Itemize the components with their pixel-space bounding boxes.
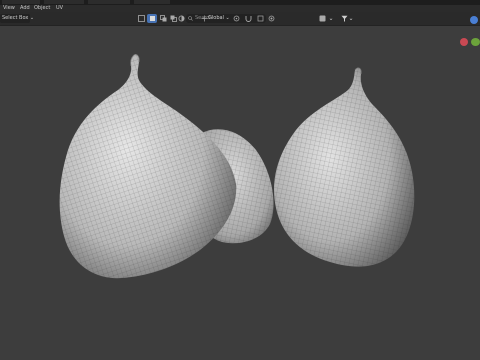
mode-icon[interactable] xyxy=(136,14,146,23)
transform-orientation-icon xyxy=(200,14,208,23)
chevron-down-icon: ⌄ xyxy=(225,15,230,21)
chevron-down-icon: ⌄ xyxy=(29,15,35,21)
gizmo-x-axis-icon[interactable] xyxy=(460,38,468,46)
menu-view[interactable]: View xyxy=(3,5,15,12)
transform-orientation-label: Global xyxy=(208,15,224,21)
menu-uv[interactable]: UV xyxy=(56,5,63,12)
workspace-tab[interactable] xyxy=(2,0,40,4)
visibility-icon[interactable] xyxy=(318,14,327,23)
chevron-down-icon[interactable]: ⌄ xyxy=(348,14,354,23)
workspace-tab[interactable] xyxy=(134,0,170,4)
proportional-editing-icon[interactable] xyxy=(267,14,276,23)
gizmo-y-axis-icon[interactable] xyxy=(471,38,480,46)
transform-orientation-dropdown[interactable]: Global ⌄ xyxy=(208,14,230,23)
pivot-point-icon[interactable] xyxy=(232,14,241,23)
workspace-tab[interactable] xyxy=(88,0,130,4)
select-mode-label: Select Box xyxy=(2,15,29,21)
viewport-header-menu: View Add Object UV xyxy=(0,5,480,12)
menu-object[interactable]: Object xyxy=(34,5,50,12)
tool-header: Select Box ⌄ Search Global ⌄ ⌄ ⌄ xyxy=(0,12,480,26)
3d-viewport[interactable] xyxy=(0,16,480,360)
mesh-object-left[interactable] xyxy=(59,54,237,279)
workspace-tab[interactable] xyxy=(44,0,84,4)
select-extend-icon[interactable] xyxy=(158,14,168,23)
select-mode-dropdown[interactable]: Select Box ⌄ xyxy=(0,14,34,23)
select-new-icon[interactable] xyxy=(147,14,157,23)
search-icon xyxy=(188,16,193,21)
gizmo-z-axis-icon[interactable] xyxy=(470,16,478,24)
menu-add[interactable]: Add xyxy=(20,5,30,12)
select-invert-icon[interactable] xyxy=(177,14,185,23)
chevron-down-icon[interactable]: ⌄ xyxy=(328,14,334,23)
snap-target-icon[interactable] xyxy=(256,14,265,23)
mesh-object-right[interactable] xyxy=(274,67,415,267)
snap-icon[interactable] xyxy=(244,14,253,23)
